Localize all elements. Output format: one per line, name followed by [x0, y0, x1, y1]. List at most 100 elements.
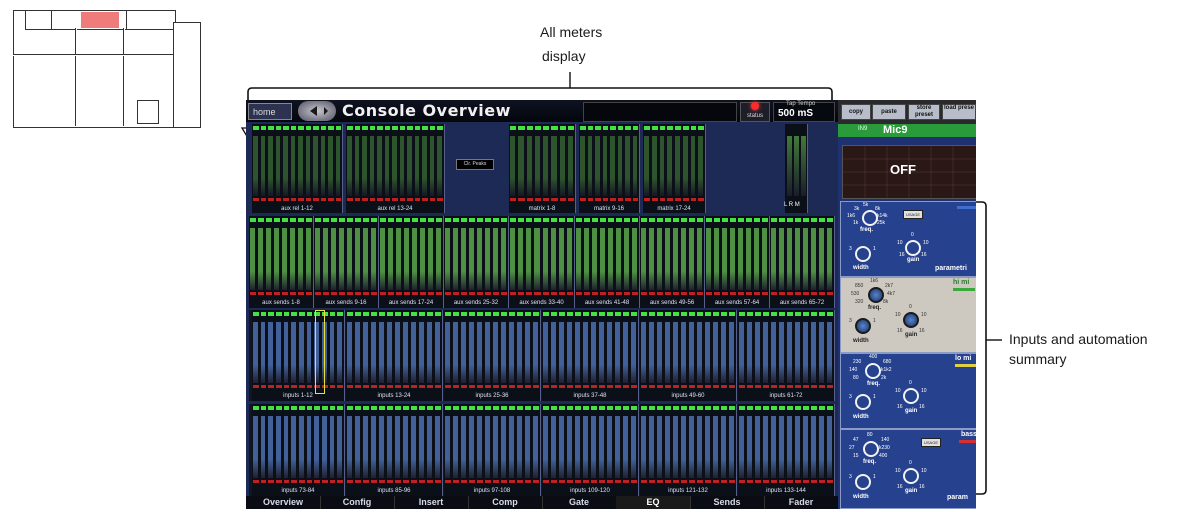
meter-group[interactable]: inputs 61-72: [738, 310, 835, 401]
clip-led: [299, 480, 305, 483]
meter-group[interactable]: matrix 17-24: [643, 124, 706, 213]
width-knob[interactable]: [855, 394, 871, 410]
usage-button[interactable]: USAGE: [921, 438, 941, 447]
meter-group[interactable]: aux sends 1-8: [249, 216, 314, 308]
gain-knob[interactable]: [903, 468, 919, 484]
clip-led: [435, 480, 441, 483]
tab-sends[interactable]: Sends: [690, 496, 765, 509]
tab-config[interactable]: Config: [320, 496, 395, 509]
meter-group[interactable]: aux sends 41-48: [575, 216, 640, 308]
signal-led: [762, 218, 768, 222]
master-lrm-meters[interactable]: [785, 124, 808, 213]
meter-group[interactable]: inputs 97-108: [444, 404, 541, 496]
freq-knob[interactable]: [863, 441, 879, 457]
freq-tick: 140: [849, 367, 858, 373]
meter-group[interactable]: aux rel 13-24: [346, 124, 445, 213]
signal-led: [690, 126, 697, 130]
signal-led: [615, 406, 621, 410]
tab-overview[interactable]: Overview: [246, 496, 321, 509]
home-button[interactable]: home: [248, 103, 292, 120]
meter-group[interactable]: inputs 49-60: [640, 310, 737, 401]
clip-led: [819, 292, 825, 295]
width-knob[interactable]: [855, 474, 871, 490]
freq-tick: 320: [855, 299, 864, 305]
meter-group[interactable]: inputs 37-48: [542, 310, 639, 401]
copy-button[interactable]: copy: [841, 104, 871, 120]
back-arrow-icon[interactable]: [298, 101, 336, 121]
meter-group[interactable]: aux sends 33-40: [509, 216, 575, 308]
meter-group[interactable]: aux sends 17-24: [379, 216, 444, 308]
level-meter: [665, 322, 670, 383]
meter-group[interactable]: inputs 1-12: [252, 310, 345, 401]
meter-group[interactable]: inputs 85-96: [346, 404, 443, 496]
level-meter: [403, 322, 408, 383]
level-meter: [543, 322, 548, 383]
meter-group[interactable]: aux sends 57-64: [705, 216, 770, 308]
clip-led: [551, 480, 557, 483]
meter-group[interactable]: inputs 73-84: [252, 404, 345, 496]
tab-eq[interactable]: EQ: [616, 496, 691, 509]
level-meter: [567, 136, 573, 196]
clear-peaks-button[interactable]: Clr. Peaks: [456, 159, 494, 170]
meter-group[interactable]: aux sends 25-32: [444, 216, 509, 308]
level-meter: [268, 322, 273, 383]
clip-led: [811, 480, 817, 483]
meter-group-label: aux sends 25-32: [453, 300, 499, 306]
signal-led: [551, 126, 558, 130]
level-meter: [407, 136, 412, 196]
meter-group[interactable]: inputs 25-36: [444, 310, 541, 401]
signal-led: [730, 218, 736, 222]
tab-comp[interactable]: Comp: [468, 496, 543, 509]
clip-led: [659, 198, 666, 201]
freq-tick: 850: [855, 283, 864, 289]
freq-knob[interactable]: [865, 363, 881, 379]
store-preset-button[interactable]: store preset: [908, 104, 940, 120]
level-meter: [584, 228, 589, 290]
clip-led: [673, 385, 679, 388]
width-knob[interactable]: [855, 318, 871, 334]
tab-insert[interactable]: Insert: [394, 496, 469, 509]
clip-led: [673, 292, 679, 295]
signal-led: [803, 312, 809, 316]
freq-label: freq.: [860, 227, 874, 233]
meter-group[interactable]: inputs 109-120: [542, 404, 639, 496]
tab-fader[interactable]: Fader: [764, 496, 838, 509]
meter-group[interactable]: aux sends 65-72: [770, 216, 835, 308]
gain-knob[interactable]: [903, 388, 919, 404]
paste-button[interactable]: paste: [872, 104, 906, 120]
signal-led: [337, 406, 343, 410]
clip-led: [827, 292, 833, 295]
load-preset-button[interactable]: load prese: [942, 104, 976, 120]
usage-button[interactable]: USAGE: [903, 210, 923, 219]
clip-led: [518, 292, 525, 295]
clip-led: [485, 385, 491, 388]
freq-knob[interactable]: [862, 210, 878, 226]
clip-led: [649, 385, 655, 388]
gain-tick: 16: [919, 484, 925, 490]
signal-led: [779, 406, 785, 410]
gain-knob[interactable]: [905, 240, 921, 256]
freq-knob[interactable]: [868, 287, 884, 303]
meter-group[interactable]: aux sends 49-56: [640, 216, 705, 308]
gain-tick: 10: [895, 468, 901, 474]
clip-led: [510, 198, 517, 201]
gain-tick: 16: [921, 252, 927, 258]
meter-group[interactable]: inputs 13-24: [346, 310, 443, 401]
gain-knob[interactable]: [903, 312, 919, 328]
meter-group[interactable]: matrix 1-8: [509, 124, 576, 213]
meter-group[interactable]: inputs 133-144: [738, 404, 835, 496]
signal-led: [395, 406, 401, 410]
meter-group[interactable]: aux sends 9-16: [314, 216, 379, 308]
width-knob[interactable]: [855, 246, 871, 262]
meter-group[interactable]: matrix 9-16: [579, 124, 640, 213]
clip-led: [746, 292, 752, 295]
level-meter: [705, 416, 710, 478]
signal-led: [567, 312, 573, 316]
signal-led: [420, 218, 426, 222]
meter-group[interactable]: inputs 121-132: [640, 404, 737, 496]
level-meter: [510, 136, 516, 196]
tab-gate[interactable]: Gate: [542, 496, 617, 509]
signal-led: [657, 218, 663, 222]
meter-group[interactable]: aux rel 1-12: [252, 124, 343, 213]
clip-led: [543, 480, 549, 483]
